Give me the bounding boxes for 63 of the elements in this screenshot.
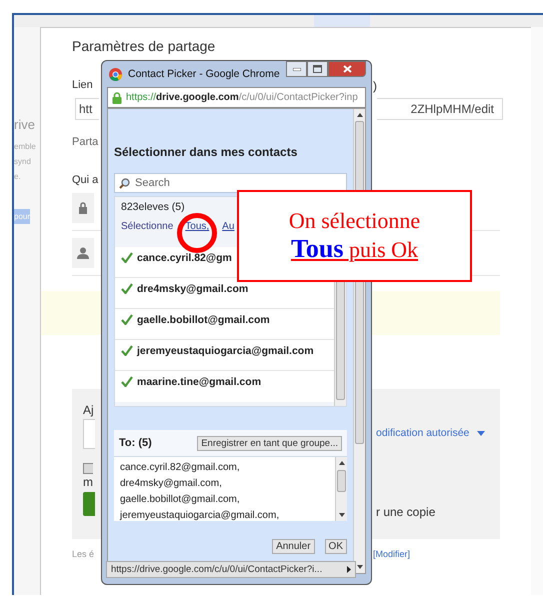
window-title: Contact Picker - Google Chrome [128,68,280,80]
maximize-icon [313,65,322,73]
label-text: ) [373,79,377,93]
modify-link[interactable]: [Modifier] [372,549,410,559]
recipient-text: gaelle.bobillot@gmail.com, [120,493,241,507]
close-button[interactable] [328,61,366,77]
dialog-title: Paramètres de partage [72,38,216,54]
search-field[interactable]: Search [114,173,347,193]
lock-icon [112,92,122,104]
option-text: r une copie [376,505,436,519]
scroll-down-icon [338,512,346,518]
scroll-up-icon [338,460,346,466]
recipient-text: dre4msky@gmail.com, [120,477,223,491]
close-icon [342,65,352,73]
checkbox-label: m [83,475,93,489]
group-name: 823eleves (5) [120,200,185,215]
page-text: e. [14,172,21,181]
recipient-text: cance.cyril.82@gmail.com, [120,461,241,475]
access-label: Qui a [72,174,98,186]
lock-icon [78,202,88,214]
recipients-field[interactable]: cance.cyril.82@gmail.com, dre4msky@gmail.com, gaelle.bobillot@gmail.com, jeremyeustaquiogarcia@gmail.com, [114,456,347,521]
scroll-down-icon [356,564,364,570]
page-text: synd [14,157,31,166]
search-icon [119,178,130,189]
save-group-button[interactable]: Enregistrer en tant que groupe... [197,436,342,450]
status-bubble: https://drive.google.com/c/u/0/ui/ContactPicker?i... [106,561,356,578]
person-icon [77,247,89,259]
select-label: Sélectionne [121,221,174,234]
callout-text: On sélectionne [288,208,420,234]
page-text: pour [14,209,30,224]
scroll-up-icon [356,112,364,118]
checkbox[interactable] [83,463,93,474]
ok-button[interactable]: OK [324,539,347,554]
url-text: https://drive.google.com/c/u/0/ui/ContactPicker?inp [126,92,358,103]
link-label: Lien [72,79,93,93]
cancel-button[interactable]: Annuler [272,539,315,554]
add-people-label: Aj [83,403,94,417]
minimize-icon [292,68,300,70]
minimize-button[interactable] [286,61,307,77]
share-label: Parta [72,136,98,148]
footer-text: Les é [72,549,94,559]
contact-row[interactable]: dre4msky@gmail.com [115,278,334,309]
add-people-field[interactable] [83,419,95,449]
link-field[interactable]: htt [75,98,99,120]
address-bar[interactable]: https://drive.google.com/c/u/0/ui/ContactPicker?inp [107,87,366,108]
scrollbar[interactable] [335,457,347,521]
page-text: emble [14,142,36,151]
select-link[interactable]: Au [222,221,234,247]
contact-row[interactable]: gaelle.bobillot@gmail.com [115,309,334,340]
link-field[interactable]: 2ZHlpMHM/edit [377,98,503,120]
chrome-logo-icon [109,68,122,80]
page-text: rive [14,117,35,132]
arrow-icon [347,566,351,573]
maximize-button[interactable] [307,61,328,77]
recipients-label: To: (5) [119,437,152,449]
caret-icon [477,430,486,436]
permission-dropdown[interactable]: odification autorisée [376,427,486,439]
picker-heading: Sélectionner dans mes contacts [114,145,298,159]
recipient-text: jeremyeustaquiogarcia@gmail.com, [120,509,280,521]
select-link[interactable]: Tous, [185,221,210,247]
contact-row[interactable]: maarine.tine@gmail.com [115,371,334,402]
contact-row[interactable]: jeremyeustaquiogarcia@gmail.com [115,340,334,371]
highlight-circle [177,213,217,253]
